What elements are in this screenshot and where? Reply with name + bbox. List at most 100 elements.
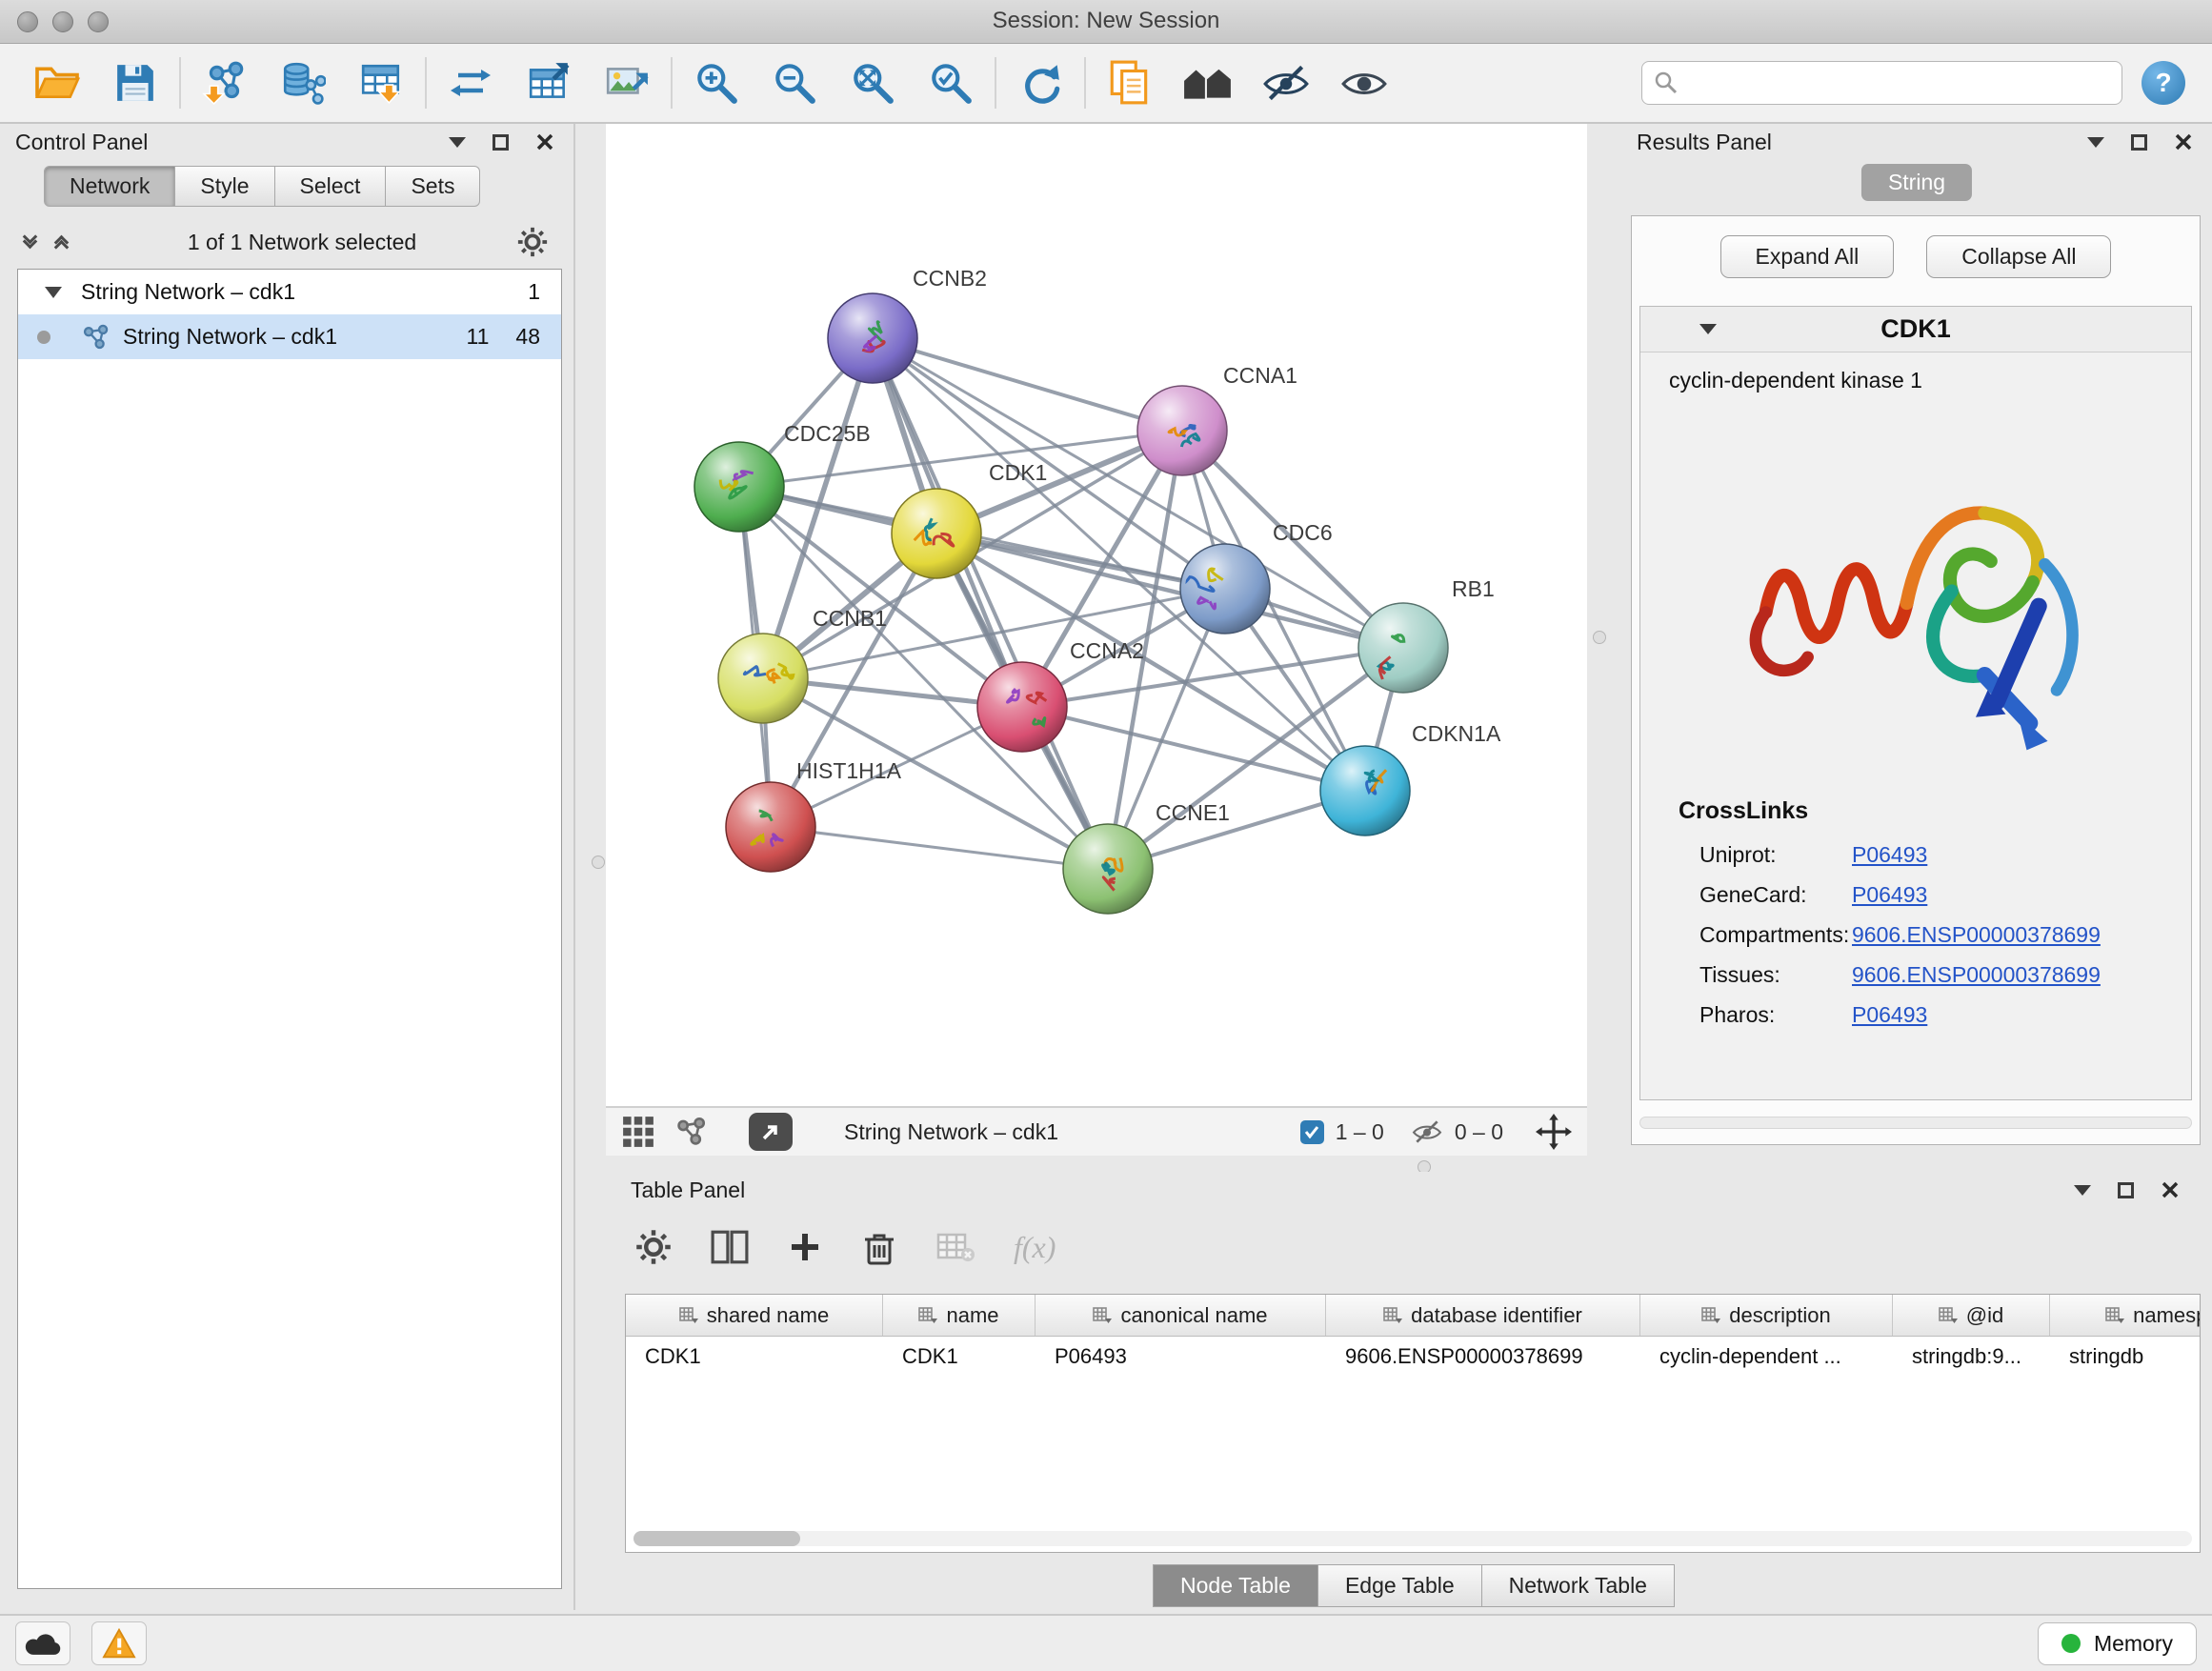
- import-network-database-button[interactable]: [276, 55, 330, 111]
- network-node[interactable]: [828, 293, 917, 383]
- memory-button[interactable]: Memory: [2038, 1622, 2197, 1665]
- gene-section-header[interactable]: CDK1: [1640, 307, 2191, 352]
- birds-eye-grid-icon[interactable]: [621, 1115, 655, 1149]
- results-horizontal-scrollbar[interactable]: [1639, 1117, 2192, 1129]
- close-window-button[interactable]: [17, 11, 38, 32]
- network-node[interactable]: [718, 634, 808, 723]
- crosslink-link[interactable]: P06493: [1852, 877, 1927, 912]
- minimize-window-button[interactable]: [52, 11, 73, 32]
- copy-document-button[interactable]: [1103, 55, 1156, 111]
- table-row[interactable]: CDK1CDK1P064939606.ENSP00000378699cyclin…: [626, 1337, 2200, 1377]
- open-session-button[interactable]: [30, 55, 84, 111]
- float-panel-icon[interactable]: [2118, 1182, 2134, 1198]
- network-node[interactable]: [694, 442, 784, 532]
- open-in-window-button[interactable]: [749, 1113, 793, 1151]
- tab-network[interactable]: Network: [44, 166, 175, 207]
- table-options-gear-icon[interactable]: [634, 1228, 673, 1266]
- show-all-button[interactable]: [1337, 55, 1391, 111]
- table-horizontal-scrollbar[interactable]: [633, 1531, 2192, 1546]
- tab-select[interactable]: Select: [275, 166, 387, 207]
- network-edge[interactable]: [771, 827, 1108, 869]
- network-search-input[interactable]: [1688, 70, 2110, 95]
- network-row[interactable]: String Network – cdk1 11 48: [18, 314, 561, 359]
- network-node[interactable]: [1320, 746, 1410, 836]
- table-cell[interactable]: stringdb:9...: [1893, 1344, 2050, 1369]
- zoom-window-button[interactable]: [88, 11, 109, 32]
- panel-menu-icon[interactable]: [2074, 1185, 2091, 1196]
- import-network-file-button[interactable]: [198, 55, 251, 111]
- tab-node-table[interactable]: Node Table: [1153, 1564, 1318, 1607]
- network-options-gear-icon[interactable]: [516, 226, 549, 258]
- network-node[interactable]: [892, 489, 981, 578]
- crosslink-link[interactable]: 9606.ENSP00000378699: [1852, 917, 2101, 952]
- export-table-button[interactable]: [522, 55, 575, 111]
- selected-checkbox-icon[interactable]: [1300, 1120, 1324, 1144]
- network-node[interactable]: [1063, 824, 1153, 914]
- panel-menu-icon[interactable]: [449, 137, 466, 148]
- collapse-all-button[interactable]: Collapse All: [1926, 235, 2111, 278]
- network-edge[interactable]: [873, 338, 1182, 431]
- close-panel-icon[interactable]: [2161, 1180, 2180, 1199]
- close-panel-icon[interactable]: [535, 132, 554, 151]
- column-header[interactable]: namespace: [2050, 1295, 2201, 1336]
- hidden-eye-slash-icon[interactable]: [1411, 1118, 1443, 1145]
- tab-network-table[interactable]: Network Table: [1482, 1564, 1675, 1607]
- scrollbar-thumb[interactable]: [633, 1531, 800, 1546]
- table-cell[interactable]: CDK1: [626, 1344, 883, 1369]
- crosslink-link[interactable]: P06493: [1852, 997, 1927, 1032]
- collapse-all-icon[interactable]: [25, 237, 35, 247]
- network-graph[interactable]: CCNB2CCNA1CDC25BCDK1CDC6RB1CCNB1CCNA2CDK…: [606, 124, 1587, 1106]
- export-image-button[interactable]: [600, 55, 654, 111]
- tab-string[interactable]: String: [1861, 164, 1972, 201]
- network-glyph-icon[interactable]: [674, 1117, 707, 1147]
- network-node[interactable]: [1137, 386, 1227, 475]
- panel-menu-icon[interactable]: [2087, 137, 2104, 148]
- network-node[interactable]: [1180, 544, 1270, 634]
- tab-style[interactable]: Style: [175, 166, 274, 207]
- delete-column-trash-icon[interactable]: [861, 1228, 897, 1266]
- column-header[interactable]: database identifier: [1326, 1295, 1640, 1336]
- houses-button[interactable]: [1181, 55, 1235, 111]
- expand-all-button[interactable]: Expand All: [1720, 235, 1895, 278]
- column-header[interactable]: name: [883, 1295, 1036, 1336]
- table-cell[interactable]: cyclin-dependent ...: [1640, 1344, 1893, 1369]
- close-panel-icon[interactable]: [2174, 132, 2193, 151]
- tab-sets[interactable]: Sets: [386, 166, 480, 207]
- network-node[interactable]: [726, 782, 815, 872]
- add-column-icon[interactable]: [787, 1229, 823, 1265]
- swap-arrows-button[interactable]: [444, 55, 497, 111]
- table-cell[interactable]: P06493: [1036, 1344, 1326, 1369]
- refresh-button[interactable]: [1014, 55, 1067, 111]
- help-button[interactable]: ?: [2142, 61, 2185, 105]
- float-panel-icon[interactable]: [493, 134, 509, 151]
- cloud-status-button[interactable]: [15, 1621, 70, 1665]
- crosslink-link[interactable]: P06493: [1852, 837, 1927, 872]
- column-header[interactable]: canonical name: [1036, 1295, 1326, 1336]
- network-collection-row[interactable]: String Network – cdk1 1: [18, 270, 561, 314]
- column-header[interactable]: @id: [1893, 1295, 2050, 1336]
- table-cell[interactable]: 9606.ENSP00000378699: [1326, 1344, 1640, 1369]
- float-panel-icon[interactable]: [2131, 134, 2147, 151]
- splitter-handle[interactable]: [1593, 631, 1606, 644]
- pan-crosshair-icon[interactable]: [1536, 1114, 1572, 1150]
- column-header[interactable]: description: [1640, 1295, 1893, 1336]
- network-node[interactable]: [977, 662, 1067, 752]
- network-canvas[interactable]: CCNB2CCNA1CDC25BCDK1CDC6RB1CCNB1CCNA2CDK…: [606, 124, 1587, 1106]
- show-columns-icon[interactable]: [711, 1229, 749, 1265]
- crosslink-link[interactable]: 9606.ENSP00000378699: [1852, 957, 2101, 992]
- tab-edge-table[interactable]: Edge Table: [1318, 1564, 1482, 1607]
- table-cell[interactable]: stringdb: [2050, 1344, 2201, 1369]
- zoom-selected-button[interactable]: [924, 55, 977, 111]
- tree-expand-icon[interactable]: [45, 287, 62, 298]
- expand-all-icon[interactable]: [56, 237, 67, 247]
- collapse-section-icon[interactable]: [1699, 324, 1717, 334]
- import-table-button[interactable]: [354, 55, 408, 111]
- zoom-out-button[interactable]: [768, 55, 821, 111]
- network-edge[interactable]: [873, 338, 1108, 869]
- column-header[interactable]: shared name: [626, 1295, 883, 1336]
- table-cell[interactable]: CDK1: [883, 1344, 1036, 1369]
- save-session-button[interactable]: [109, 55, 162, 111]
- warnings-button[interactable]: [91, 1621, 147, 1665]
- network-node[interactable]: [1358, 603, 1448, 693]
- splitter-handle[interactable]: [592, 856, 605, 869]
